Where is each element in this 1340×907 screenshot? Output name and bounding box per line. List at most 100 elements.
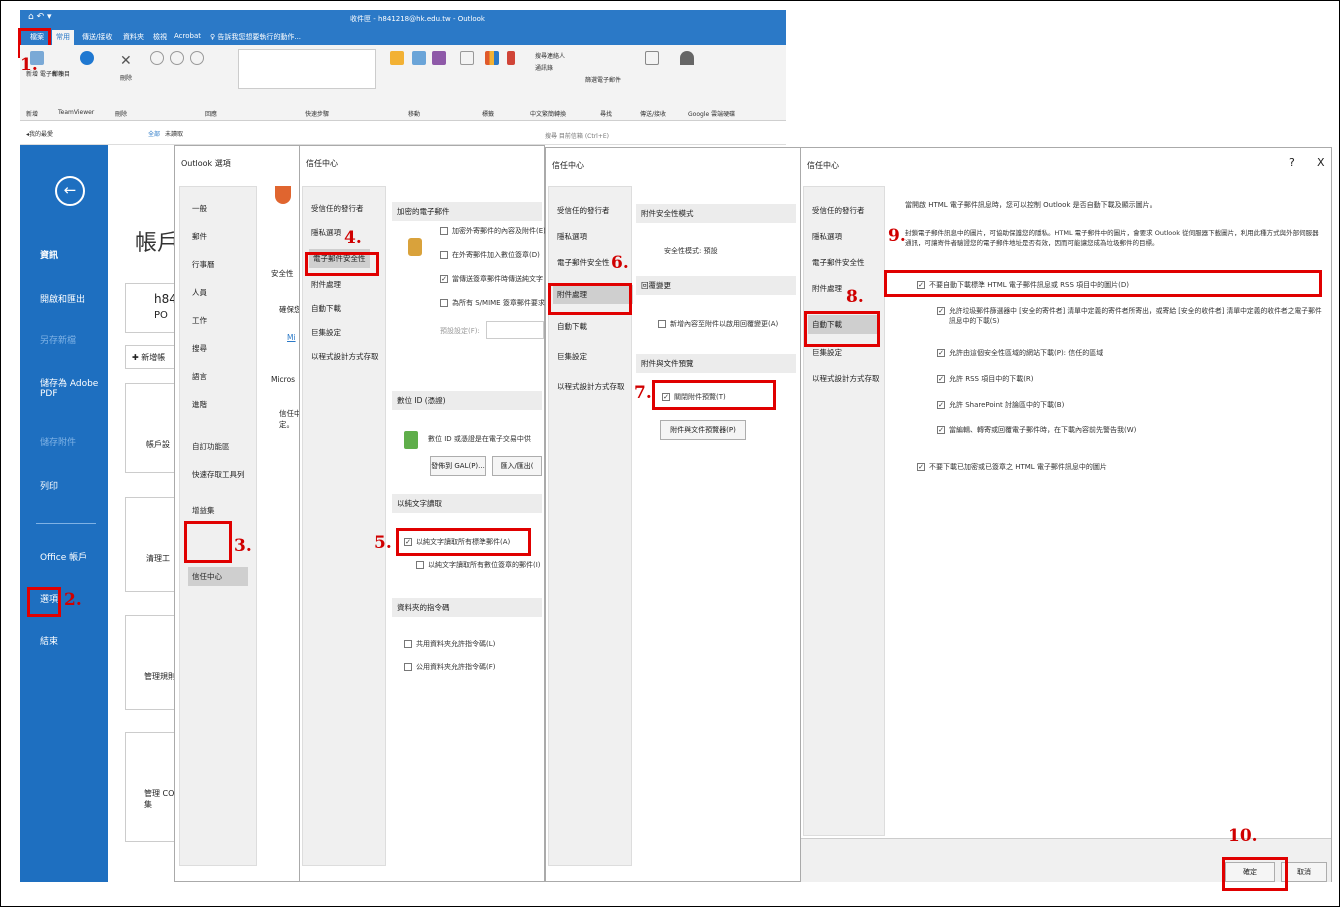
rules-icon[interactable] (412, 51, 426, 65)
opt-send-clear-text[interactable]: ✓ 當傳送簽章郵件時傳送純文字 (440, 274, 543, 284)
search-box[interactable]: 搜尋 目前信箱 (Ctrl+E) (545, 131, 609, 140)
opt-public-script[interactable]: 公用資料夾允許指令碼(F) (404, 662, 496, 672)
quick-access-icons[interactable]: ⌂ ↶ ▾ (28, 12, 52, 22)
delete-label[interactable]: 刪除 (120, 73, 132, 82)
new-items-label[interactable]: 新項目 (52, 69, 70, 78)
tab-folder[interactable]: 資料夾 (123, 32, 144, 42)
follow-up-flag-icon[interactable] (507, 51, 515, 65)
move-icon[interactable] (390, 51, 404, 65)
tc2-nav-programmatic[interactable]: 以程式設計方式存取 (557, 381, 625, 392)
backstage-open-export[interactable]: 開啟和匯出 (40, 292, 85, 305)
options-nav-general[interactable]: 一般 (192, 203, 207, 214)
group-label-new: 新增 (26, 111, 39, 118)
options-nav-language[interactable]: 語言 (192, 371, 207, 382)
opt-encrypt-content[interactable]: 加密外寄郵件的內容及附件(E) (440, 226, 546, 236)
options-nav-customize-ribbon[interactable]: 自訂功能區 (192, 441, 230, 452)
backstage-info[interactable]: 資訊 (40, 248, 58, 261)
opt-allow-trusted-zone[interactable]: ✓ 允許由這個安全性區域的網站下載(P): 信任的區域 (937, 348, 1103, 358)
tc3-nav-macros[interactable]: 巨集設定 (812, 347, 842, 358)
plain-text-heading: 以純文字讀取 (392, 494, 542, 513)
opt-allow-safe-senders[interactable]: ✓ 允許垃圾郵件篩選器中 [安全的寄件者] 清單中定義的寄件者所寄出，或寄給 [安… (937, 306, 1325, 326)
encrypted-email-heading: 加密的電子郵件 (392, 202, 542, 221)
step-10-label: 10. (1228, 826, 1258, 846)
address-book-label[interactable]: 通訊錄 (535, 63, 553, 72)
account-settings-label: 帳戶設 (146, 440, 170, 449)
backstage-print[interactable]: 列印 (40, 479, 58, 492)
options-nav-trust-center[interactable]: 信任中心 (188, 567, 248, 586)
tc2-nav-macros[interactable]: 巨集設定 (557, 351, 587, 362)
tc2-nav-email-security[interactable]: 電子郵件安全性 (557, 257, 610, 268)
annotation-box-block-pictures (884, 270, 1322, 297)
tab-acrobat[interactable]: Acrobat (174, 32, 201, 40)
tc1-nav-privacy[interactable]: 隱私選項 (311, 227, 341, 238)
opt-shared-script[interactable]: 共用資料夾允許指令碼(L) (404, 639, 495, 649)
filter-email-label[interactable]: 篩選電子郵件 (585, 75, 621, 84)
tc2-nav-privacy[interactable]: 隱私選項 (557, 231, 587, 242)
favorites-label[interactable]: ◂我的最愛 (26, 129, 53, 138)
tc3-nav-privacy[interactable]: 隱私選項 (812, 231, 842, 242)
digital-id-heading: 數位 ID (憑證) (392, 391, 542, 410)
backstage-save-pdf[interactable]: 儲存為 Adobe PDF (40, 376, 100, 399)
google-drive-icon[interactable] (680, 51, 694, 65)
tab-send-receive[interactable]: 傳送/接收 (82, 32, 112, 42)
default-setting-select[interactable] (486, 321, 544, 339)
tc2-nav-auto-download[interactable]: 自動下載 (557, 321, 587, 332)
tab-view[interactable]: 檢視 (153, 32, 167, 42)
send-receive-icon[interactable] (645, 51, 659, 65)
tab-home[interactable]: 常用 (52, 30, 74, 45)
filter-unread[interactable]: 未讀取 (165, 129, 183, 138)
search-people-label[interactable]: 搜尋連絡人 (535, 51, 565, 60)
tc1-nav-attachment[interactable]: 附件處理 (311, 279, 341, 290)
backstage-exit[interactable]: 結束 (40, 634, 58, 647)
quick-steps-gallery[interactable] (238, 49, 376, 89)
certificate-icon (404, 431, 418, 449)
options-nav-people[interactable]: 人員 (192, 287, 207, 298)
group-label-respond: 回應 (205, 111, 218, 118)
opt-reply-changes[interactable]: 新增內容至附件以啟用回覆變更(A) (658, 319, 778, 329)
filter-all[interactable]: 全部 (148, 129, 160, 138)
publish-gal-button[interactable]: 發佈到 GAL(P)... (430, 456, 486, 476)
import-export-button[interactable]: 匯入/匯出( (492, 456, 542, 476)
options-nav-tasks[interactable]: 工作 (192, 315, 207, 326)
annotation-box-trust-center (184, 521, 232, 563)
tc3-nav-attachment[interactable]: 附件處理 (812, 283, 842, 294)
tc1-nav-publishers[interactable]: 受信任的發行者 (311, 203, 364, 214)
opt-no-encrypted-pictures[interactable]: ✓ 不要下載已加密或已簽章之 HTML 電子郵件訊息中的圖片 (917, 462, 1107, 472)
tc3-nav-publishers[interactable]: 受信任的發行者 (812, 205, 865, 216)
forward-icon[interactable] (190, 51, 204, 65)
options-nav-addins[interactable]: 增益集 (192, 505, 215, 516)
opt-warn-before-download[interactable]: ✓ 當編輯、轉寄或回覆電子郵件時，在下載內容前先警告我(W) (937, 425, 1136, 435)
unread-read-icon[interactable] (460, 51, 474, 65)
delete-icon[interactable]: ✕ (120, 53, 132, 69)
options-nav-mail[interactable]: 郵件 (192, 231, 207, 242)
tc1-nav-auto-download[interactable]: 自動下載 (311, 303, 341, 314)
options-nav-quick-access[interactable]: 快速存取工具列 (192, 469, 245, 480)
options-nav-calendar[interactable]: 行事曆 (192, 259, 215, 270)
options-nav-advanced[interactable]: 進階 (192, 399, 207, 410)
categorize-icon[interactable] (485, 51, 499, 65)
help-button[interactable]: ? (1289, 156, 1295, 169)
close-icon[interactable]: X (1317, 156, 1325, 169)
opt-allow-rss[interactable]: ✓ 允許 RSS 項目中的下載(R) (937, 374, 1034, 384)
onenote-icon[interactable] (432, 51, 446, 65)
tc2-nav-publishers[interactable]: 受信任的發行者 (557, 205, 610, 216)
reply-all-icon[interactable] (170, 51, 184, 65)
back-arrow-icon[interactable]: ← (55, 176, 85, 206)
tell-me-search[interactable]: ♀ 告訴我您想要執行的動作... (210, 32, 301, 42)
ribbon: 新增 電子郵件 新項目 ✕ 刪除 搜尋連絡人 通訊錄 篩選電子郵件 新增 Tea… (20, 45, 786, 121)
opt-read-signed-plain[interactable]: 以純文字讀取所有數位簽章的郵件(I) (416, 560, 541, 570)
preview-viewers-button[interactable]: 附件與文件預覽器(P) (660, 420, 746, 440)
options-partial-link[interactable]: Mi (287, 333, 296, 342)
opt-allow-sharepoint[interactable]: ✓ 允許 SharePoint 討論區中的下載(B) (937, 400, 1064, 410)
options-nav-search[interactable]: 搜尋 (192, 343, 207, 354)
opt-add-signature[interactable]: 在外寄郵件加入數位簽章(D) (440, 250, 540, 260)
tc3-nav-programmatic[interactable]: 以程式設計方式存取 (812, 373, 880, 384)
backstage-office-account[interactable]: Office 帳戶 (40, 550, 87, 563)
tc3-nav: 受信任的發行者 隱私選項 電子郵件安全性 附件處理 自動下載 巨集設定 以程式設… (803, 186, 885, 836)
tc3-nav-email-security[interactable]: 電子郵件安全性 (812, 257, 865, 268)
opt-smime-receipt[interactable]: 為所有 S/MIME 簽章郵件要求 (440, 298, 545, 308)
tc1-nav-programmatic[interactable]: 以程式設計方式存取 (311, 351, 379, 362)
teamviewer-icon[interactable] (80, 51, 94, 65)
reply-icon[interactable] (150, 51, 164, 65)
tc1-nav-macros[interactable]: 巨集設定 (311, 327, 341, 338)
